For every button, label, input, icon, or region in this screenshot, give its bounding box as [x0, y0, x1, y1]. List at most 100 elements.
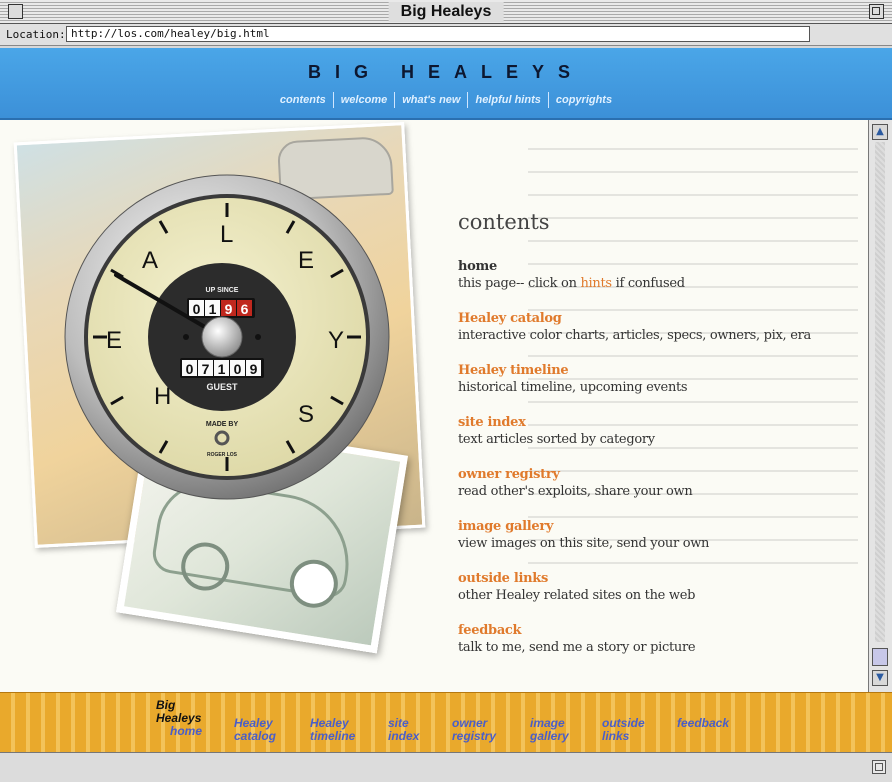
bottom-link-line: image	[530, 716, 565, 730]
nav-contents[interactable]: contents	[273, 94, 333, 106]
gauge-collage: H E A L E Y S UP SINCE 0 1 9 6 0 7 1 0 9…	[13, 122, 438, 654]
nav-whats-new[interactable]: what's new	[395, 94, 467, 106]
bottom-link-healey-catalog[interactable]: Healey catalog	[234, 717, 276, 743]
site-header: BIG HEALEYS contents welcome what's new hel…	[0, 48, 892, 120]
bottom-link-line: site	[388, 716, 409, 730]
contents-menu: contents home this page-- click on hints…	[458, 210, 858, 674]
bottom-link-healey-timeline[interactable]: Healey timeline	[310, 717, 355, 743]
up-since-digit: 0	[193, 301, 201, 317]
menu-link-home[interactable]: home	[458, 258, 858, 275]
menu-item-owner-registry: owner registry read other's exploits, sh…	[458, 466, 858, 501]
menu-link-feedback[interactable]: feedback	[458, 622, 858, 639]
bottom-link-owner-registry[interactable]: owner registry	[452, 717, 496, 743]
menu-link-outside-links[interactable]: outside links	[458, 570, 858, 587]
window-titlebar[interactable]: Big Healeys	[0, 0, 892, 24]
menu-link-image-gallery[interactable]: image gallery	[458, 518, 858, 535]
guest-label: GUEST	[206, 382, 238, 392]
bottom-link-line: Healey	[310, 716, 349, 730]
bottom-link-line: Healeys	[156, 711, 202, 725]
bottom-link-line: index	[388, 729, 420, 743]
menu-link-healey-catalog[interactable]: Healey catalog	[458, 310, 858, 327]
scroll-track[interactable]	[875, 142, 885, 642]
nav-helpful-hints[interactable]: helpful hints	[468, 94, 547, 106]
bottom-link-line: registry	[452, 729, 497, 743]
bottom-link-line: catalog	[234, 729, 277, 743]
menu-link-site-index[interactable]: site index	[458, 414, 858, 431]
bottom-link-line: Big	[156, 698, 176, 712]
menu-desc-text: if confused	[611, 276, 685, 291]
menu-desc: text articles sorted by category	[458, 432, 655, 447]
menu-item-healey-catalog: Healey catalog interactive color charts,…	[458, 310, 858, 345]
guest-digit: 0	[234, 361, 242, 377]
gauge-letter-y: Y	[328, 327, 344, 354]
dial-screw	[255, 334, 261, 340]
bottom-link-feedback[interactable]: feedback	[677, 717, 729, 730]
bottom-link-line: Healey	[234, 716, 273, 730]
visitor-counter-gauge: H E A L E Y S UP SINCE 0 1 9 6 0 7 1 0 9…	[64, 174, 390, 500]
bottom-link-line: owner	[452, 716, 488, 730]
menu-link-owner-registry[interactable]: owner registry	[458, 466, 858, 483]
bottom-link-home[interactable]: Big Healeys home	[156, 699, 202, 738]
bottom-link-image-gallery[interactable]: image gallery	[530, 717, 569, 743]
gauge-letter-e2: E	[298, 247, 314, 274]
menu-link-healey-timeline[interactable]: Healey timeline	[458, 362, 858, 379]
up-since-digit: 9	[225, 301, 233, 317]
menu-item-healey-timeline: Healey timeline historical timeline, upc…	[458, 362, 858, 397]
menu-desc: other Healey related sites on the web	[458, 588, 696, 603]
dial-screw	[183, 334, 189, 340]
top-nav: contents welcome what's new helpful hints co…	[0, 92, 892, 108]
bottom-link-outside-links[interactable]: outside links	[602, 717, 645, 743]
gauge-letter-e: E	[106, 327, 122, 354]
gauge-hub	[201, 316, 243, 358]
content-area: H E A L E Y S UP SINCE 0 1 9 6 0 7 1 0 9…	[0, 120, 868, 692]
guest-digit: 0	[186, 361, 194, 377]
bottom-link-line: home	[170, 724, 203, 738]
nav-copyrights[interactable]: copyrights	[549, 94, 619, 106]
menu-desc: view images on this site, send your own	[458, 536, 710, 551]
resize-grow-box-icon[interactable]	[872, 760, 886, 774]
menu-item-image-gallery: image gallery view images on this site, …	[458, 518, 858, 553]
guest-digit: 1	[218, 361, 226, 377]
status-bar	[0, 752, 892, 782]
bottom-link-line: feedback	[677, 716, 730, 730]
menu-desc: this page-- click on hints if confused	[458, 275, 858, 293]
menu-desc: historical timeline, upcoming events	[458, 380, 688, 395]
gauge-letter-l: L	[220, 221, 233, 248]
menu-item-site-index: site index text articles sorted by categ…	[458, 414, 858, 449]
menu-item-outside-links: outside links other Healey related sites…	[458, 570, 858, 605]
url-field[interactable]: http://los.com/healey/big.html	[66, 26, 810, 42]
gauge-letter-s: S	[298, 401, 314, 428]
menu-item-feedback: feedback talk to me, send me a story or …	[458, 622, 858, 657]
scroll-thumb[interactable]	[872, 648, 888, 666]
location-label: Location:	[6, 28, 66, 41]
contents-heading: contents	[458, 210, 550, 234]
up-since-label: UP SINCE	[206, 287, 239, 294]
scroll-up-arrow-icon[interactable]: ▲	[872, 124, 888, 140]
bottom-link-line: outside	[602, 716, 645, 730]
menu-desc: read other's exploits, share your own	[458, 484, 693, 499]
up-since-digit: 1	[209, 301, 217, 317]
menu-item-home: home this page-- click on hints if confu…	[458, 258, 858, 293]
bottom-nav: Big Healeys home Healey catalog Healey t…	[0, 692, 892, 753]
bottom-link-line: links	[602, 729, 630, 743]
hints-link[interactable]: hints	[580, 276, 612, 291]
maker-name: ROGER LOS	[207, 452, 238, 458]
nav-welcome[interactable]: welcome	[334, 94, 394, 106]
window-title: Big Healeys	[388, 2, 504, 22]
site-title: BIG HEALEYS	[307, 62, 585, 82]
up-since-counter: 0 1 9 6	[187, 298, 255, 318]
location-bar: Location: http://los.com/healey/big.html	[0, 24, 892, 46]
vertical-scrollbar[interactable]: ▲ ▼	[868, 120, 892, 692]
guest-digit: 7	[202, 361, 210, 377]
bottom-link-line: gallery	[530, 729, 569, 743]
gauge-letter-a: A	[142, 247, 158, 274]
menu-desc: talk to me, send me a story or picture	[458, 640, 696, 655]
bottom-link-line: timeline	[310, 729, 356, 743]
guest-counter: 0 7 1 0 9	[180, 358, 264, 378]
menu-desc: interactive color charts, articles, spec…	[458, 328, 811, 343]
close-box-icon[interactable]	[8, 4, 23, 19]
zoom-box-icon[interactable]	[869, 4, 884, 19]
bottom-link-site-index[interactable]: site index	[388, 717, 419, 743]
scroll-down-arrow-icon[interactable]: ▼	[872, 670, 888, 686]
guest-digit: 9	[250, 361, 258, 377]
